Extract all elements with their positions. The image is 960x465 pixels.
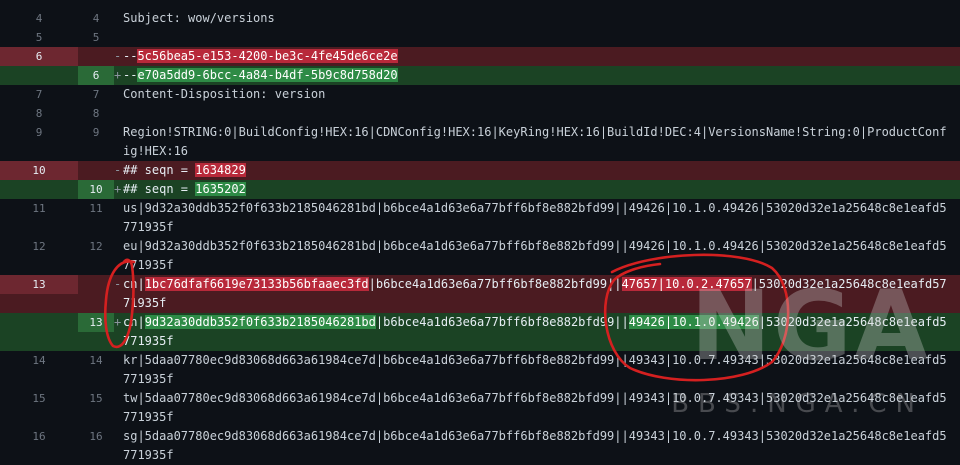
new-line-number[interactable]: 4 (78, 9, 114, 28)
old-line-number[interactable]: 6 (0, 47, 78, 66)
addition-marker: + (114, 182, 122, 196)
changed-text: 5c56bea5-e153-4200-be3c-4fe45de6ce2e (137, 49, 398, 63)
code-line: ## seqn = 1634829 (123, 161, 960, 180)
old-line-number[interactable]: 5 (0, 28, 78, 47)
old-line-number[interactable]: 15 (0, 389, 78, 408)
code-text: us|9d32a30ddb352f0f633b2185046281bd|b6bc… (123, 201, 947, 234)
code-line: Subject: wow/versions (123, 9, 960, 28)
diff-line: 14 14 kr|5daa07780ec9d83068d663a61984ce7… (0, 351, 960, 389)
code-text: eu|9d32a30ddb352f0f633b2185046281bd|b6bc… (123, 239, 947, 272)
diff-line: 15 15 tw|5daa07780ec9d83068d663a61984ce7… (0, 389, 960, 427)
new-line-number[interactable]: 15 (78, 389, 114, 408)
new-line-number[interactable]: 12 (78, 237, 114, 256)
code-text: sg|5daa07780ec9d83068d663a61984ce7d|b6bc… (123, 429, 947, 462)
code-text: tw|5daa07780ec9d83068d663a61984ce7d|b6bc… (123, 391, 947, 424)
diff-line-added: 6 + --e70a5dd9-6bcc-4a84-b4df-5b9c8d758d… (0, 66, 960, 85)
changed-text: 1bc76dfaf6619e73133b56bfaaec3fd (144, 277, 369, 291)
new-line-number[interactable]: 13 (78, 313, 114, 332)
code-text: ## seqn = (123, 182, 196, 196)
code-line: ## seqn = 1635202 (123, 180, 960, 199)
addition-marker: + (114, 315, 122, 329)
old-line-number[interactable]: 16 (0, 427, 78, 446)
changed-text: 9d32a30ddb352f0f633b2185046281bd (144, 315, 376, 329)
diff-line: 12 12 eu|9d32a30ddb352f0f633b2185046281b… (0, 237, 960, 275)
code-text: -- (123, 68, 138, 82)
diff-line: 16 16 sg|5daa07780ec9d83068d663a61984ce7… (0, 427, 960, 465)
new-line-number[interactable]: 5 (78, 28, 114, 47)
code-line: sg|5daa07780ec9d83068d663a61984ce7d|b6bc… (123, 427, 960, 465)
code-text: Content-Disposition: version (123, 87, 326, 101)
diff-line-deleted: 13 - cn|1bc76dfaf6619e73133b56bfaaec3fd|… (0, 275, 960, 313)
code-text: |b6bce4a1d63e6a77bff6bf8e882bfd99|| (375, 315, 629, 329)
code-text: ## seqn = (123, 163, 196, 177)
old-line-number[interactable]: 14 (0, 351, 78, 370)
code-text: Subject: wow/versions (123, 11, 275, 25)
new-line-number[interactable]: 10 (78, 180, 114, 199)
changed-text: e70a5dd9-6bcc-4a84-b4df-5b9c8d758d20 (137, 68, 398, 82)
deletion-marker: - (114, 277, 122, 291)
changed-text: 49426|10.1.0.49426 (628, 315, 759, 329)
code-line: --e70a5dd9-6bcc-4a84-b4df-5b9c8d758d20 (123, 66, 960, 85)
deletion-marker: - (114, 49, 122, 63)
diff-line: 11 11 us|9d32a30ddb352f0f633b2185046281b… (0, 199, 960, 237)
new-line-number[interactable]: 6 (78, 66, 114, 85)
diff-line: 8 8 (0, 104, 960, 123)
diff-line-added: 10 + ## seqn = 1635202 (0, 180, 960, 199)
new-line-number[interactable]: 11 (78, 199, 114, 218)
old-line-number[interactable]: 4 (0, 9, 78, 28)
code-line: kr|5daa07780ec9d83068d663a61984ce7d|b6bc… (123, 351, 960, 389)
code-line: cn|9d32a30ddb352f0f633b2185046281bd|b6bc… (123, 313, 960, 351)
old-line-number[interactable]: 9 (0, 123, 78, 142)
diff-view: 4 4 Subject: wow/versions 5 5 6 - --5c56… (0, 9, 960, 465)
diff-line: 4 4 Subject: wow/versions (0, 9, 960, 28)
code-line: Region!STRING:0|BuildConfig!HEX:16|CDNCo… (123, 123, 960, 161)
changed-text: 1635202 (195, 182, 246, 196)
diff-line: 7 7 Content-Disposition: version (0, 85, 960, 104)
code-line: Content-Disposition: version (123, 85, 960, 104)
code-text: kr|5daa07780ec9d83068d663a61984ce7d|b6bc… (123, 353, 947, 386)
changed-text: 47657|10.0.2.47657 (621, 277, 752, 291)
code-text: -- (123, 49, 138, 63)
old-line-number[interactable]: 11 (0, 199, 78, 218)
old-line-number[interactable]: 10 (0, 161, 78, 180)
code-text: cn| (123, 277, 145, 291)
diff-line-deleted: 6 - --5c56bea5-e153-4200-be3c-4fe45de6ce… (0, 47, 960, 66)
code-text: |b6bce4a1d63e6a77bff6bf8e882bfd99|| (368, 277, 622, 291)
code-line: cn|1bc76dfaf6619e73133b56bfaaec3fd|b6bce… (123, 275, 960, 313)
diff-line-deleted: 10 - ## seqn = 1634829 (0, 161, 960, 180)
new-line-number[interactable]: 16 (78, 427, 114, 446)
old-line-number[interactable]: 12 (0, 237, 78, 256)
code-line: eu|9d32a30ddb352f0f633b2185046281bd|b6bc… (123, 237, 960, 275)
deletion-marker: - (114, 163, 122, 177)
addition-marker: + (114, 68, 122, 82)
new-line-number[interactable]: 9 (78, 123, 114, 142)
diff-line-added: 13 + cn|9d32a30ddb352f0f633b2185046281bd… (0, 313, 960, 351)
new-line-number[interactable]: 7 (78, 85, 114, 104)
old-line-number[interactable]: 7 (0, 85, 78, 104)
code-text: cn| (123, 315, 145, 329)
code-line: --5c56bea5-e153-4200-be3c-4fe45de6ce2e (123, 47, 960, 66)
code-line: tw|5daa07780ec9d83068d663a61984ce7d|b6bc… (123, 389, 960, 427)
old-line-number[interactable]: 8 (0, 104, 78, 123)
diff-line: 5 5 (0, 28, 960, 47)
diff-line: 9 9 Region!STRING:0|BuildConfig!HEX:16|C… (0, 123, 960, 161)
code-line: us|9d32a30ddb352f0f633b2185046281bd|b6bc… (123, 199, 960, 237)
code-text: Region!STRING:0|BuildConfig!HEX:16|CDNCo… (123, 125, 947, 158)
new-line-number[interactable]: 8 (78, 104, 114, 123)
old-line-number[interactable]: 13 (0, 275, 78, 294)
new-line-number[interactable]: 14 (78, 351, 114, 370)
changed-text: 1634829 (195, 163, 246, 177)
